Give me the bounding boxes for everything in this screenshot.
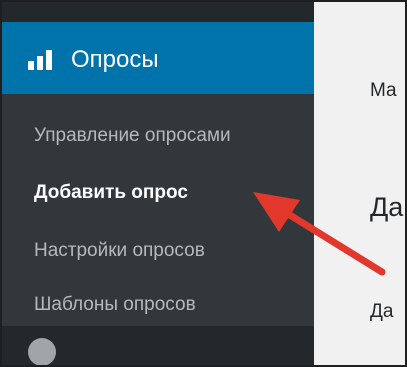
- submenu-item-manage-polls[interactable]: Управление опросами: [34, 124, 231, 148]
- content-heading: Да: [370, 192, 404, 222]
- submenu-item-poll-settings[interactable]: Настройки опросов: [34, 239, 205, 263]
- menu-item-next[interactable]: [2, 326, 314, 365]
- submenu-item-add-poll[interactable]: Добавить опрос: [34, 181, 188, 205]
- menu-item-polls[interactable]: Опросы: [2, 22, 314, 94]
- polls-submenu: Управление опросами Добавить опрос Настр…: [2, 94, 314, 326]
- admin-sidebar: Опросы Управление опросами Добавить опро…: [2, 2, 314, 365]
- submenu-item-poll-templates[interactable]: Шаблоны опросов: [34, 293, 196, 317]
- circle-icon: [28, 338, 56, 365]
- screenshot-frame: Опросы Управление опросами Добавить опро…: [0, 0, 407, 367]
- content-text-line-2: Да: [370, 301, 394, 322]
- content-text-line: Ма: [370, 80, 397, 101]
- menu-item-polls-label: Опросы: [71, 46, 159, 73]
- bar-chart-icon: [28, 50, 52, 70]
- main-content: Ма Да Да: [314, 2, 405, 365]
- sidebar-top-strip: [2, 2, 314, 22]
